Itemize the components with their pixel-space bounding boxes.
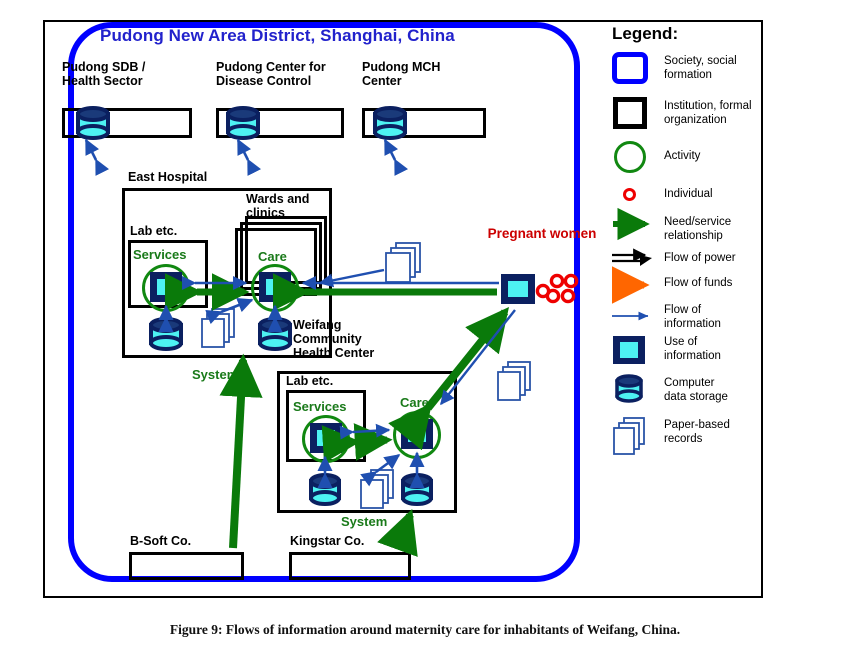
- legend-label-paper-records: Paper-based records: [664, 419, 730, 445]
- use-of-information-icon-weifang-care: [401, 419, 433, 449]
- activity-label-east-care: Care: [258, 249, 287, 264]
- legend-label-flow-of-information: Flow of information: [664, 304, 721, 330]
- client-group-label-pregnant-women: Pregnant women: [487, 226, 597, 241]
- institution-label-pudong-cdc: Pudong Center for Disease Control: [216, 60, 326, 88]
- institution-box-pudong-sdb: [62, 108, 192, 138]
- figure-caption: Figure 9: Flows of information around ma…: [169, 622, 681, 637]
- legend-label-flow-of-power: Flow of power: [664, 252, 736, 264]
- unit-label-east-lab: Lab etc.: [130, 224, 178, 238]
- use-of-information-icon-east-services: [150, 272, 182, 302]
- figure-canvas: Pudong New Area District, Shanghai, Chin…: [0, 0, 850, 652]
- system-label-east-hospital: System: [192, 367, 239, 382]
- legend-icon-rounded-blue-box: [612, 52, 648, 84]
- institution-label-pudong-sdb: Pudong SDB / Health Sector: [62, 60, 146, 88]
- institution-label-weifang-chc: Weifang Community Health Center: [293, 318, 375, 360]
- legend-label-need-service: Need/service relationship: [664, 216, 732, 242]
- use-of-information-icon-east-care: [259, 272, 291, 302]
- legend-icon-red-circle: [623, 188, 636, 201]
- activity-label-weifang-care: Care: [400, 395, 429, 410]
- legend-label-computer-data-storage: Computer data storage: [664, 377, 728, 403]
- legend-label-institution: Institution, formal organization: [664, 100, 752, 126]
- institution-label-bsoft: B-Soft Co.: [130, 534, 192, 548]
- use-of-information-icon-pregnant-women: [501, 274, 535, 304]
- activity-label-east-services: Services: [133, 247, 187, 262]
- legend-label-individual: Individual: [664, 188, 713, 200]
- legend-label-use-of-information: Use of information: [664, 336, 721, 362]
- legend-title: Legend:: [612, 24, 679, 43]
- institution-box-bsoft: [129, 552, 244, 580]
- institution-label-pudong-mch: Pudong MCH Center: [362, 60, 441, 88]
- institution-label-east-hospital: East Hospital: [128, 170, 208, 184]
- institution-box-pudong-mch: [362, 108, 486, 138]
- activity-label-weifang-services: Services: [293, 399, 347, 414]
- institution-box-pudong-cdc: [216, 108, 344, 138]
- unit-label-weifang-lab: Lab etc.: [286, 374, 334, 388]
- legend-icon-use-of-information: [613, 336, 645, 364]
- legend-label-activity: Activity: [664, 150, 701, 162]
- legend-label-flow-of-funds: Flow of funds: [664, 277, 733, 289]
- society-label: Pudong New Area District, Shanghai, Chin…: [100, 26, 455, 45]
- legend-label-society: Society, social formation: [664, 55, 737, 81]
- use-of-information-icon-weifang-services: [310, 423, 342, 453]
- institution-label-kingstar: Kingstar Co.: [290, 534, 365, 548]
- institution-box-kingstar: [289, 552, 411, 580]
- system-label-weifang-chc: System: [341, 514, 388, 529]
- legend-icon-black-box: [613, 97, 647, 129]
- legend-icon-green-circle: [614, 141, 646, 173]
